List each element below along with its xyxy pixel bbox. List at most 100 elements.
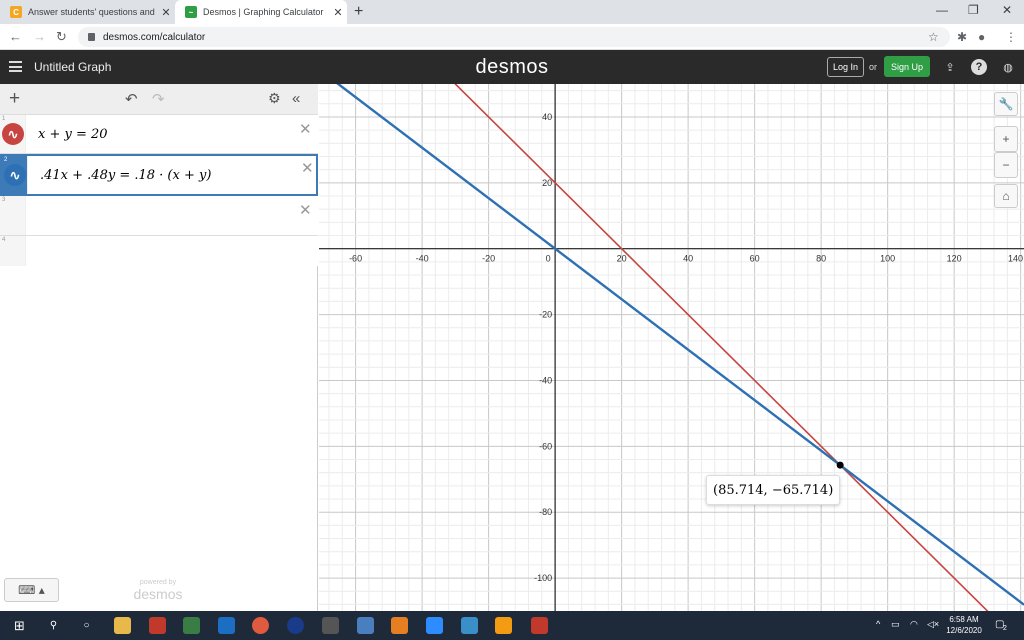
login-button[interactable]: Log In	[827, 57, 864, 77]
keyboard-icon: ⌨ ▴	[18, 583, 45, 597]
language-globe-icon[interactable]: ◍	[1000, 59, 1016, 75]
x-tick-label: -40	[416, 254, 429, 264]
volume-icon[interactable]: ◁×	[927, 619, 939, 630]
minimize-icon[interactable]: —	[936, 3, 948, 17]
delete-expression-icon[interactable]: ✕	[299, 120, 312, 138]
x-tick-label: 60	[750, 254, 760, 264]
help-icon[interactable]: ?	[971, 59, 987, 75]
search-icon[interactable]: ⚲	[45, 617, 62, 634]
expression-row-2[interactable]: 2 ∿ .41x + .48y = .18 · (x + y) ✕	[0, 154, 318, 196]
x-tick-label: 120	[947, 254, 962, 264]
taskbar-clock[interactable]: 6:58 AM 12/6/2020	[945, 614, 983, 636]
graph-color-icon[interactable]: ∿	[2, 123, 24, 145]
restore-icon[interactable]: ❐	[968, 3, 979, 17]
app-icon[interactable]	[322, 617, 339, 634]
menu-icon[interactable]	[9, 61, 22, 72]
bookmark-star-icon[interactable]: ☆	[928, 30, 939, 44]
y-tick-label: -100	[534, 573, 552, 583]
start-icon[interactable]: ⊞	[11, 617, 28, 634]
intersection-point-label[interactable]: (85.714, −65.714)	[706, 475, 841, 505]
tray-chevron-icon[interactable]: ^	[876, 619, 880, 629]
app-icon[interactable]	[218, 617, 235, 634]
expression-row-1[interactable]: 1 ∿ x + y = 20 ✕	[0, 115, 318, 154]
windows-taskbar: ⊞ ⚲ ○ ^ ▭ ◠ ◁× 6:58 AM 12/6/2020 ▢ 2	[0, 611, 1024, 640]
app-icon[interactable]	[183, 617, 200, 634]
app-icon[interactable]	[495, 617, 512, 634]
powered-by-desmos[interactable]: powered by desmos	[110, 579, 206, 602]
app-icon[interactable]	[531, 617, 548, 634]
expression-index: 3	[2, 197, 6, 203]
share-icon[interactable]: ⇪	[942, 59, 958, 75]
x-tick-label: 40	[683, 254, 693, 264]
x-tick-label: 80	[816, 254, 826, 264]
close-window-icon[interactable]: ✕	[1002, 3, 1012, 17]
url-field[interactable]: desmos.com/calculator	[78, 27, 950, 47]
expression-gutter: 3	[0, 196, 26, 235]
task-view-icon[interactable]: ○	[78, 617, 95, 634]
zoom-in-icon[interactable]: +	[994, 126, 1018, 152]
or-text: or	[869, 62, 878, 72]
expression-index: 4	[2, 237, 6, 243]
app-icon[interactable]	[149, 617, 166, 634]
wifi-icon[interactable]: ◠	[910, 619, 918, 630]
graph-settings-wrench-icon[interactable]: 🔧	[994, 92, 1018, 116]
new-tab-icon[interactable]: +	[354, 3, 363, 21]
battery-icon[interactable]: ▭	[891, 619, 900, 630]
back-icon[interactable]: ←	[9, 29, 22, 44]
chrome-icon[interactable]	[252, 617, 269, 634]
zoom-out-icon[interactable]: −	[994, 152, 1018, 178]
graph-line-2	[336, 84, 1024, 606]
intersection-point	[836, 461, 844, 469]
y-tick-label: -40	[539, 375, 552, 385]
expression-input[interactable]: x + y = 20	[38, 127, 108, 142]
tab-chegg[interactable]: C Answer students' questions and ✕	[0, 0, 175, 24]
zoom-app-icon[interactable]	[426, 617, 443, 634]
reload-icon[interactable]: ↻	[56, 29, 67, 45]
address-bar: ← → ↻ desmos.com/calculator ☆ ✱ ● ⋮	[0, 24, 1024, 50]
app-icon[interactable]	[287, 617, 304, 634]
expression-row-4[interactable]: 4	[0, 236, 318, 266]
url-text: desmos.com/calculator	[103, 31, 206, 43]
powered-by-brand: desmos	[133, 586, 183, 602]
undo-icon[interactable]: ↶	[125, 90, 138, 108]
extensions-icon[interactable]: ✱	[957, 30, 967, 44]
app-icon[interactable]	[391, 617, 408, 634]
y-tick-label: 40	[542, 112, 552, 122]
delete-expression-icon[interactable]: ✕	[299, 201, 312, 219]
graph-svg[interactable]: -60 -40 -20 0 20 40 60 80 100 120 1404020-20-40-60…	[319, 84, 1024, 611]
expression-index: 1	[2, 116, 6, 122]
graph-title[interactable]: Untitled Graph	[34, 60, 111, 74]
keyboard-toggle-button[interactable]: ⌨ ▴	[4, 578, 59, 602]
expression-input[interactable]: .41x + .48y = .18 · (x + y)	[40, 168, 211, 183]
collapse-panel-icon[interactable]: «	[292, 90, 300, 107]
browser-menu-icon[interactable]: ⋮	[1005, 30, 1017, 44]
app-icon[interactable]	[357, 617, 374, 634]
profile-icon[interactable]: ●	[978, 30, 985, 44]
y-tick-label: -60	[539, 441, 552, 451]
redo-icon[interactable]: ↷	[152, 90, 165, 108]
powered-by-text: powered by	[139, 579, 177, 586]
default-zoom-home-icon[interactable]: ⌂	[994, 184, 1018, 208]
file-explorer-icon[interactable]	[114, 617, 131, 634]
expression-gutter: 2 ∿	[2, 156, 28, 194]
delete-expression-icon[interactable]: ✕	[301, 159, 314, 177]
tab-title: Answer students' questions and	[28, 7, 155, 17]
expression-gutter: 4	[0, 236, 26, 266]
settings-gear-icon[interactable]: ⚙	[268, 90, 281, 107]
forward-icon[interactable]: →	[33, 29, 46, 44]
chegg-favicon-icon: C	[10, 6, 22, 18]
close-tab-icon[interactable]: ✕	[157, 6, 175, 19]
graph-canvas[interactable]: -60 -40 -20 0 20 40 60 80 100 120 140 40 20 -20 -40 -60…	[319, 84, 1024, 611]
expression-row-3[interactable]: 3 ✕	[0, 196, 318, 236]
tab-title: Desmos | Graphing Calculator	[203, 7, 324, 17]
app-icon[interactable]	[461, 617, 478, 634]
signup-button[interactable]: Sign Up	[884, 56, 930, 77]
close-tab-icon[interactable]: ✕	[329, 6, 347, 19]
x-tick-label: -20	[482, 254, 495, 264]
add-expression-icon[interactable]: +	[9, 88, 20, 110]
graph-color-icon[interactable]: ∿	[4, 164, 26, 186]
clock-time: 6:58 AM	[949, 615, 979, 624]
desmos-header: Untitled Graph desmos Log In or Sign Up …	[0, 50, 1024, 84]
x-tick-label: -60	[349, 254, 362, 264]
tab-desmos[interactable]: ~ Desmos | Graphing Calculator ✕	[175, 0, 347, 24]
